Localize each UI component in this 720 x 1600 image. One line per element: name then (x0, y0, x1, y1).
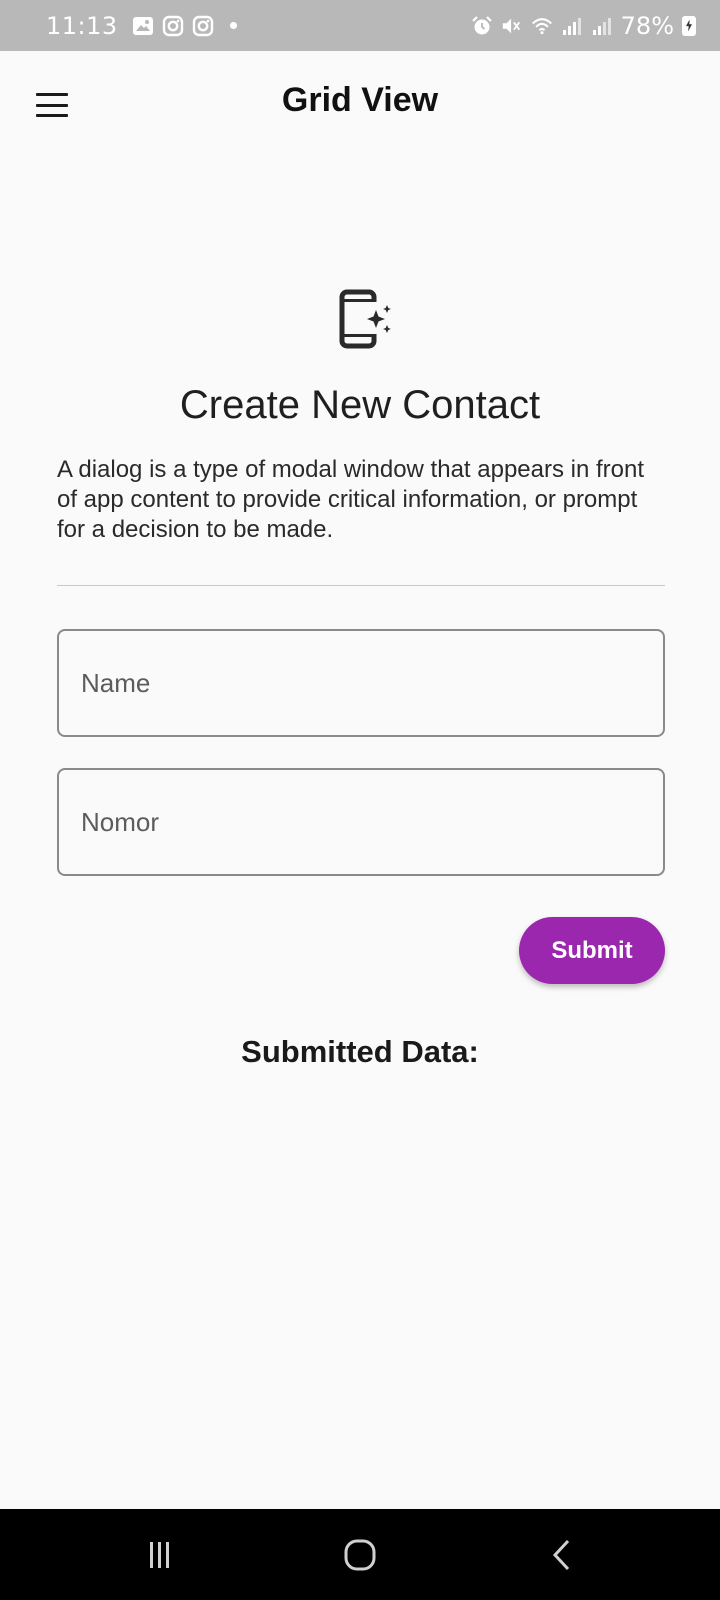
page-title: Grid View (281, 81, 439, 119)
status-right: 78% (471, 12, 696, 40)
submitted-data-label: Submitted Data: (241, 1034, 479, 1069)
nomor-field[interactable] (57, 768, 665, 876)
battery-percentage: 78% (620, 11, 674, 40)
gallery-icon (132, 15, 154, 37)
mute-icon (501, 15, 523, 37)
nomor-input[interactable] (59, 770, 663, 874)
alarm-icon (471, 15, 493, 37)
signal-icon (561, 15, 583, 37)
home-icon[interactable] (310, 1509, 410, 1600)
wifi-icon (531, 15, 553, 37)
dialog-title: Create New Contact (179, 383, 541, 427)
back-icon[interactable] (512, 1509, 612, 1600)
app-bar: Grid View (0, 51, 720, 157)
notification-dot-icon (229, 22, 237, 29)
navigation-bar (0, 1509, 720, 1600)
screen: 11:13 78% Grid View Create New Contact A… (0, 0, 720, 1600)
name-field[interactable] (57, 629, 665, 737)
status-bar: 11:13 78% (0, 0, 720, 51)
recent-apps-icon[interactable] (110, 1509, 210, 1600)
instagram-icon (192, 15, 214, 37)
divider (57, 585, 665, 586)
phone-sparkle-icon (338, 288, 394, 350)
battery-icon (682, 15, 696, 36)
dialog-body-text: A dialog is a type of modal window that … (57, 456, 645, 543)
instagram-icon (162, 15, 184, 37)
status-time: 11:13 (46, 11, 118, 40)
submit-button[interactable]: Submit (519, 917, 665, 984)
name-input[interactable] (59, 631, 663, 735)
signal-icon (591, 15, 613, 37)
status-left: 11:13 (46, 12, 237, 40)
